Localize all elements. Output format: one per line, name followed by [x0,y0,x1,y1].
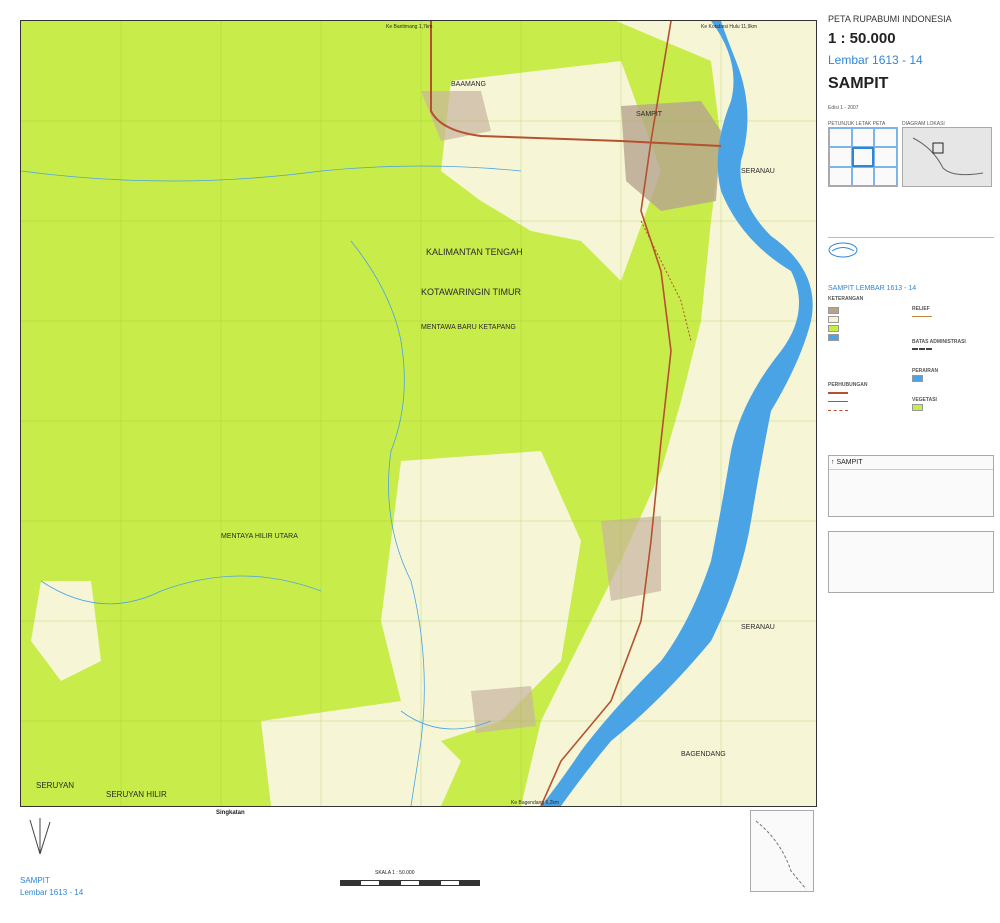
road-destination-label: Ke Kotabesi Hulu 11,9km [701,24,757,30]
coordinate-table [828,531,994,593]
location-diagram: DIAGRAM LOKASI [902,121,992,187]
place-label: BAGENDANG [681,751,726,758]
map-frame[interactable]: BAAMANG SAMPIT SERANAU KALIMANTAN TENGAH… [20,20,817,807]
bakosurtanal-logo-icon [828,242,858,258]
legend: PERHUBUNGAN RELIEF BATAS ADMINISTRASI PE… [828,306,994,415]
road-destination-label: Ke Bantimang 1,7km [386,24,432,30]
legend-sheet-label: SAMPIT LEMBAR 1613 - 14 [828,285,917,292]
place-label: MENTAYA HILIR UTARA [221,533,298,540]
sheet-number: Lembar 1613 - 14 [828,53,923,67]
place-label: SERANAU [741,624,775,631]
place-label: SAMPIT [636,111,663,118]
place-label: KOTAWARINGIN TIMUR [421,287,521,297]
publisher-block [828,237,994,263]
map-series: PETA RUPABUMI INDONESIA [828,14,952,24]
scale-text: SKALA 1 : 50.000 [375,870,415,876]
bottom-sheet-number: Lembar 1613 - 14 [20,888,84,897]
map-marginalia: PETA RUPABUMI INDONESIA 1 : 50.000 Lemba… [828,14,994,914]
location-map-thumbnail [902,127,992,187]
place-label: SERUYAN HILIR [106,790,167,799]
index-grid [828,127,898,187]
reliability-diagram: ↑ SAMPIT [828,455,994,517]
legend-heading: KETERANGAN [828,296,864,302]
sheet-index: PETUNJUK LETAK PETA [828,121,898,187]
place-label: KALIMANTAN TENGAH [426,247,523,257]
north-arrow-icon [29,818,51,855]
place-label: MENTAWA BARU KETAPANG [421,324,516,331]
place-label: SERUYAN [36,781,74,790]
reliability-sheet-title: ↑ SAMPIT [829,456,993,470]
place-label: SERANAU [741,168,775,175]
scale-bar [340,880,480,886]
map-scale: 1 : 50.000 [828,30,896,47]
edition-label: Edisi 1 - 2007 [828,105,859,111]
north-arrow-icon: ↑ [831,459,835,466]
cleared-area [31,581,101,681]
admin-boundary-diagram [750,810,814,892]
abbreviation-title: Singkatan [216,810,245,816]
place-label: BAAMANG [451,81,486,88]
map-title: SAMPIT [828,75,889,92]
bottom-sheet-name: SAMPIT [20,876,50,885]
bottom-margin: Singkatan SKALA 1 : 50.000 SAMPIT Lembar… [20,808,815,918]
index-diagrams: PETUNJUK LETAK PETA DIAGRAM LOKASI [828,121,994,187]
road-destination-label: Ke Bagendang 6,2km [511,800,559,806]
topographic-map: BAAMANG SAMPIT SERANAU KALIMANTAN TENGAH… [21,21,816,806]
urban-area [471,686,536,733]
